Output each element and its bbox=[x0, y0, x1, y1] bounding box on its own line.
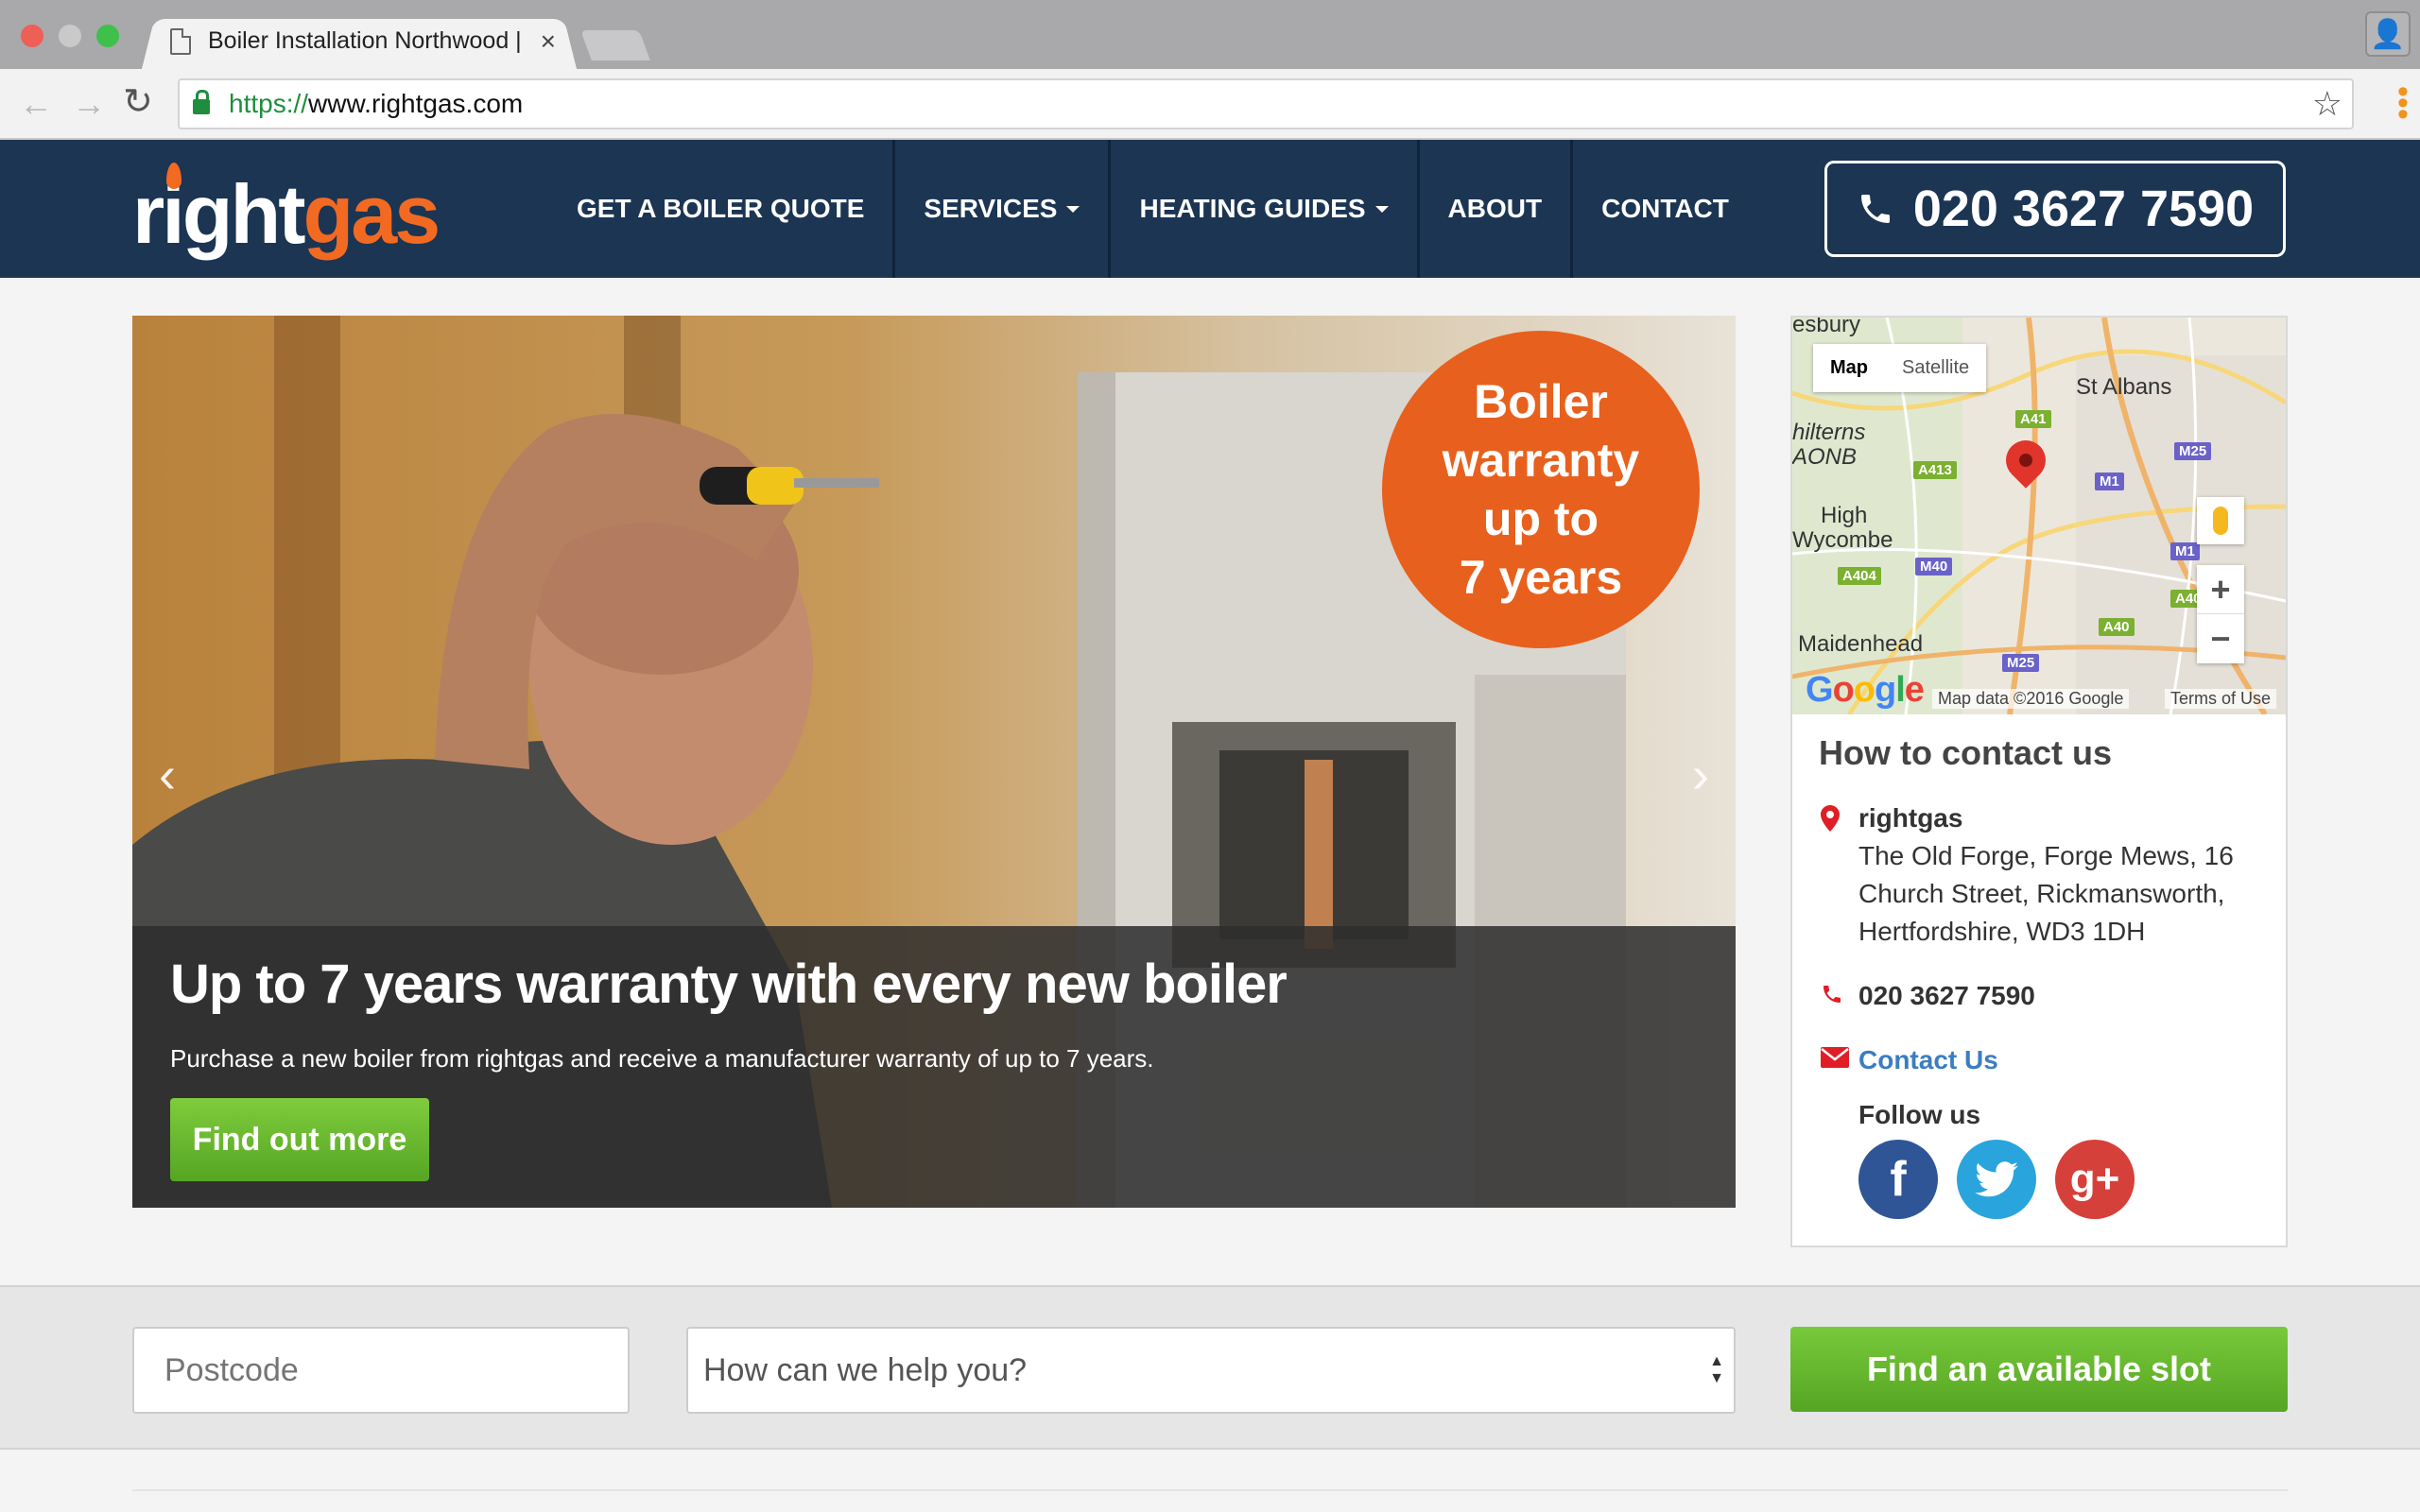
rightgas-logo[interactable]: right gas bbox=[132, 159, 441, 263]
map-place-label: High bbox=[1821, 503, 1868, 528]
page-bottom bbox=[0, 1452, 2420, 1512]
nav-services[interactable]: SERVICES bbox=[895, 140, 1112, 278]
select-arrows-icon: ▲ ▼ bbox=[1709, 1353, 1724, 1386]
main-nav: GET A BOILER QUOTE SERVICES HEATING GUID… bbox=[548, 140, 1757, 278]
business-address: The Old Forge, Forge Mews, 16 Church Str… bbox=[1858, 841, 2234, 946]
browser-tab-strip: Boiler Installation Northwood | × 👤 bbox=[0, 0, 2420, 69]
map-place-label: AONB bbox=[1792, 444, 1858, 470]
phone-icon bbox=[1824, 986, 1841, 1003]
address-row: rightgas The Old Forge, Forge Mews, 16 C… bbox=[1819, 799, 2263, 951]
road-label: M40 bbox=[1915, 558, 1953, 576]
map-place-label: St Albans bbox=[2076, 374, 2172, 400]
business-name: rightgas bbox=[1858, 803, 1963, 833]
map-zoom-control: + − bbox=[2197, 565, 2244, 663]
slider-prev-icon[interactable]: ‹ bbox=[159, 746, 176, 804]
url-host: www.rightgas.com bbox=[308, 89, 524, 118]
back-icon[interactable]: ← bbox=[19, 84, 53, 124]
follow-us-label: Follow us bbox=[1858, 1100, 1981, 1129]
tab-title: Boiler Installation Northwood | bbox=[208, 27, 522, 54]
facebook-icon[interactable]: f bbox=[1858, 1140, 1938, 1219]
warranty-badge: Boiler warranty up to 7 years bbox=[1382, 331, 1700, 648]
map-tab-map[interactable]: Map bbox=[1813, 344, 1885, 392]
nav-heating-guides[interactable]: HEATING GUIDES bbox=[1111, 140, 1420, 278]
forward-icon[interactable]: → bbox=[72, 84, 106, 124]
twitter-bird-icon bbox=[1975, 1161, 2018, 1197]
main-content: Boiler warranty up to 7 years ‹ › Up to … bbox=[0, 278, 2420, 1285]
map-credit: Map data ©2016 Google bbox=[1932, 689, 2130, 709]
road-label: A41 bbox=[2015, 410, 2051, 428]
url-scheme: https:// bbox=[229, 89, 309, 118]
map-place-label: hilterns bbox=[1792, 420, 1866, 445]
google-plus-icon[interactable]: g+ bbox=[2055, 1140, 2135, 1219]
browser-menu-icon[interactable]: • • • bbox=[2397, 76, 2409, 130]
email-row: Contact Us bbox=[1819, 1041, 2263, 1079]
road-label: M1 bbox=[2170, 542, 2200, 560]
help-type-select[interactable]: How can we help you? ▲ ▼ bbox=[686, 1327, 1736, 1414]
address-bar[interactable]: https:// www.rightgas.com ☆ bbox=[178, 78, 2354, 129]
phone-icon bbox=[1860, 195, 1890, 223]
hero-title: Up to 7 years warranty with every new bo… bbox=[170, 954, 1288, 1015]
find-out-more-button[interactable]: Find out more bbox=[170, 1098, 429, 1181]
road-label: A413 bbox=[1913, 461, 1957, 479]
hero-caption: Up to 7 years warranty with every new bo… bbox=[132, 926, 1736, 1208]
map-type-tabs: Map Satellite bbox=[1813, 344, 1987, 392]
divider bbox=[132, 1489, 2288, 1491]
map-place-label: Maidenhead bbox=[1798, 631, 1924, 657]
profile-icon[interactable]: 👤 bbox=[2365, 11, 2411, 57]
road-label: M25 bbox=[2174, 442, 2212, 460]
page-icon bbox=[170, 27, 191, 55]
help-type-placeholder: How can we help you? bbox=[703, 1352, 1028, 1388]
booking-bar: How can we help you? ▲▼ Find an availabl… bbox=[0, 1285, 2420, 1450]
lock-icon bbox=[193, 90, 210, 114]
tab-close-icon[interactable]: × bbox=[541, 26, 556, 57]
twitter-icon[interactable] bbox=[1957, 1140, 2036, 1219]
site-header: right gas GET A BOILER QUOTE SERVICES HEA… bbox=[0, 140, 2420, 278]
google-map[interactable]: Map Satellite esbury St Albans hilterns … bbox=[1792, 318, 2286, 714]
browser-toolbar: ← → ↻ https:// www.rightgas.com ☆ • • • bbox=[0, 69, 2420, 140]
bookmark-star-icon[interactable]: ☆ bbox=[2312, 84, 2342, 124]
reload-icon[interactable]: ↻ bbox=[123, 80, 153, 123]
map-place-label: Wycombe bbox=[1792, 527, 1893, 553]
contact-sidebar: Map Satellite esbury St Albans hilterns … bbox=[1790, 316, 2288, 1247]
contact-title: How to contact us bbox=[1819, 733, 2113, 772]
social-links: f g+ bbox=[1819, 1140, 2263, 1219]
hero-slider: Boiler warranty up to 7 years ‹ › Up to … bbox=[132, 316, 1736, 1208]
map-terms-link[interactable]: Terms of Use bbox=[2164, 689, 2276, 709]
road-label: A404 bbox=[1838, 567, 1881, 585]
map-tab-satellite[interactable]: Satellite bbox=[1885, 344, 1986, 392]
road-label: M25 bbox=[2002, 654, 2040, 672]
zoom-in-button[interactable]: + bbox=[2197, 565, 2244, 614]
contact-details: How to contact us rightgas The Old Forge… bbox=[1819, 733, 2263, 1219]
map-footer: Google Map data ©2016 Google Terms of Us… bbox=[1792, 670, 2286, 714]
contact-us-link[interactable]: Contact Us bbox=[1858, 1045, 1998, 1074]
hero-text: Purchase a new boiler from rightgas and … bbox=[170, 1044, 1154, 1073]
caret-down-icon bbox=[1066, 205, 1080, 213]
road-label: A40 bbox=[2099, 618, 2135, 636]
zoom-out-button[interactable]: − bbox=[2197, 614, 2244, 663]
location-pin-icon bbox=[1821, 805, 1840, 832]
find-slot-button[interactable]: Find an available slot bbox=[1790, 1327, 2288, 1412]
header-phone-button[interactable]: 020 3627 7590 bbox=[1824, 161, 2286, 257]
nav-get-a-boiler-quote[interactable]: GET A BOILER QUOTE bbox=[548, 140, 896, 278]
nav-about[interactable]: ABOUT bbox=[1420, 140, 1574, 278]
map-place-label: esbury bbox=[1792, 318, 1861, 337]
active-tab[interactable]: Boiler Installation Northwood | × bbox=[142, 13, 577, 69]
header-phone-number: 020 3627 7590 bbox=[1912, 180, 2255, 237]
minimize-window-button[interactable] bbox=[59, 25, 81, 47]
road-label: M1 bbox=[2095, 472, 2124, 490]
close-window-button[interactable] bbox=[21, 25, 43, 47]
phone-row: 020 3627 7590 bbox=[1819, 977, 2263, 1015]
postcode-input[interactable] bbox=[132, 1327, 630, 1414]
nav-contact[interactable]: CONTACT bbox=[1573, 140, 1757, 278]
maximize-window-button[interactable] bbox=[96, 25, 119, 47]
new-tab-button[interactable] bbox=[580, 30, 650, 60]
caret-down-icon bbox=[1374, 205, 1389, 213]
envelope-icon bbox=[1821, 1047, 1849, 1068]
slider-next-icon[interactable]: › bbox=[1692, 746, 1709, 804]
google-logo: Google bbox=[1806, 670, 1925, 710]
contact-phone[interactable]: 020 3627 7590 bbox=[1858, 981, 2035, 1010]
pegman-icon[interactable] bbox=[2197, 497, 2244, 544]
